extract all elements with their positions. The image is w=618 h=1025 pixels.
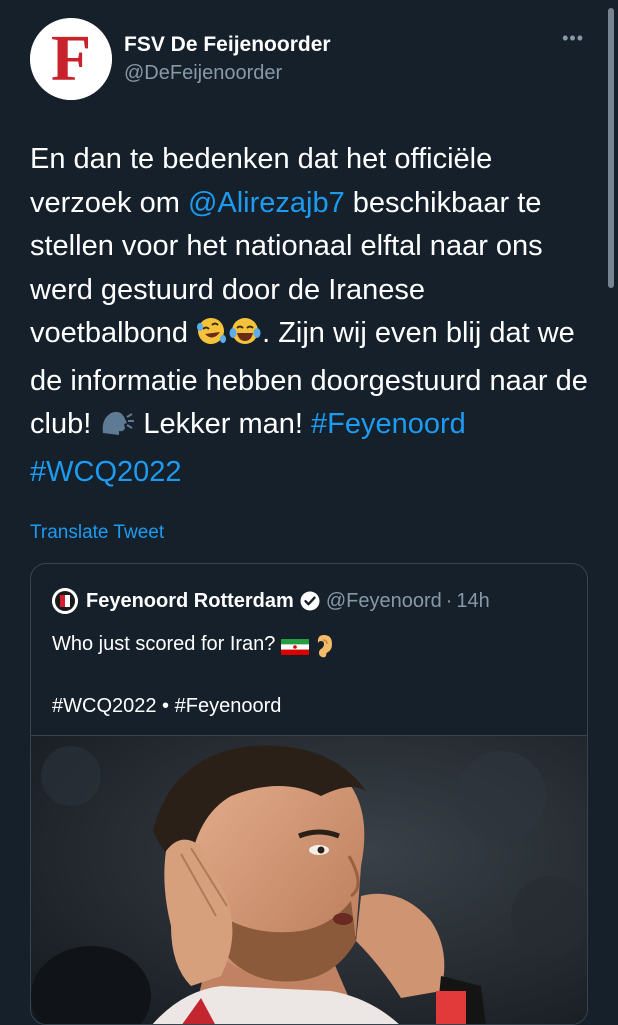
player-photo-image: [31, 736, 587, 1024]
tweet-text-part: Lekker man!: [135, 408, 312, 440]
quoted-handle[interactable]: @Feyenoord: [326, 590, 442, 613]
tweet-text: En dan te bedenken dat het officiële ver…: [30, 138, 590, 494]
quoted-timestamp[interactable]: 14h: [456, 590, 489, 613]
quoted-tweet-header: Feyenoord Rotterdam @Feyenoord · 14h: [52, 588, 490, 614]
more-horizontal-icon[interactable]: •••: [562, 28, 584, 49]
hashtag-link[interactable]: #Feyenoord: [311, 408, 466, 440]
author-handle[interactable]: @DeFeijenoorder: [124, 60, 331, 86]
translate-tweet-link[interactable]: Translate Tweet: [30, 522, 164, 544]
club-logo-icon: F: [30, 18, 112, 100]
author-display-name[interactable]: FSV De Feijenoorder: [124, 32, 331, 58]
iran-flag-emoji-icon: [280, 634, 309, 662]
quoted-media-photo[interactable]: [31, 735, 587, 1024]
verified-badge-icon: [300, 591, 320, 611]
ear-emoji-icon: [315, 634, 333, 662]
avatar-letter: F: [51, 22, 91, 95]
speaking-head-emoji-icon: [99, 407, 135, 451]
feyenoord-logo-icon: [52, 588, 78, 614]
quoted-tweet-hashtags: #WCQ2022 • #Feyenoord: [52, 695, 282, 717]
scrollbar[interactable]: [608, 8, 614, 288]
hashtag-link[interactable]: #WCQ2022: [30, 456, 182, 488]
quoted-display-name[interactable]: Feyenoord Rotterdam: [86, 590, 294, 613]
avatar[interactable]: F: [30, 18, 112, 100]
quoted-avatar[interactable]: [52, 588, 78, 614]
author-names: FSV De Feijenoorder @DeFeijenoorder: [124, 32, 331, 86]
quoted-tweet[interactable]: Feyenoord Rotterdam @Feyenoord · 14h Who…: [30, 563, 588, 1025]
rolling-on-floor-laughing-emoji-icon: [196, 316, 228, 360]
mention-link[interactable]: @Alirezajb7: [188, 187, 345, 219]
separator: ·: [445, 589, 453, 612]
tweet-header: F FSV De Feijenoorder @DeFeijenoorder ••…: [30, 18, 598, 102]
tears-of-joy-emoji-icon: [228, 316, 262, 360]
quoted-text-part: Who just scored for Iran?: [52, 633, 281, 655]
quoted-tweet-text: Who just scored for Iran?: [52, 630, 333, 662]
